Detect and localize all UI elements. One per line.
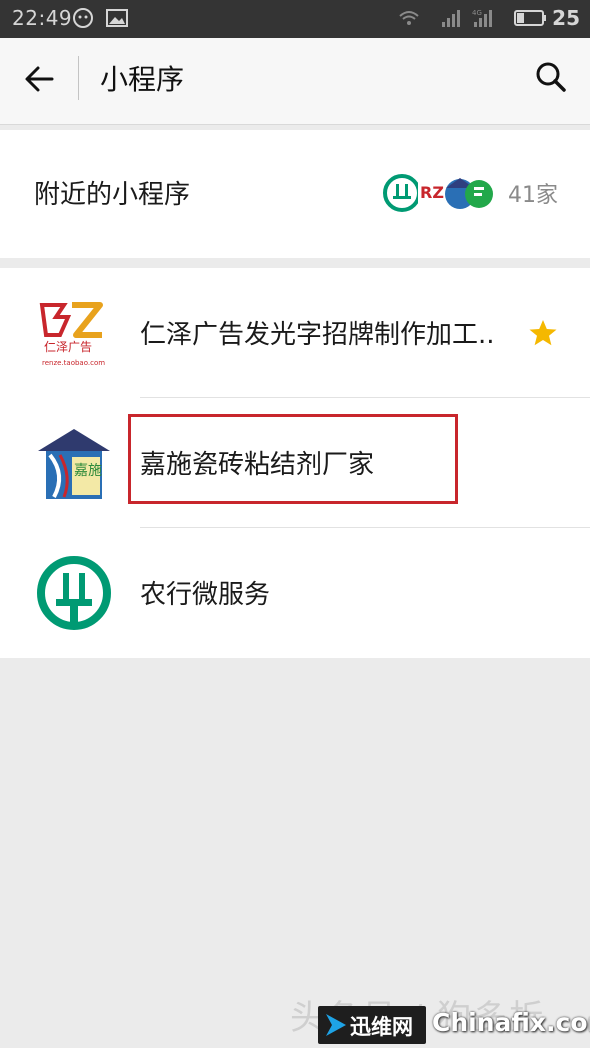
arrow-logo-icon [326, 1014, 346, 1036]
green-app-icon [465, 180, 493, 208]
page-title: 小程序 [100, 63, 185, 96]
renze-logo-icon: 仁泽广告 renze.taobao.com [36, 295, 112, 371]
watermark-badge-text: 迅维网 [350, 1015, 413, 1039]
status-bar: 22:49 4G 25 [0, 0, 590, 38]
nav-bar: 小程序 [0, 38, 590, 125]
nearby-mini-programs[interactable]: 附近的小程序 RZ 41家 [0, 130, 590, 258]
signal-icon [442, 10, 460, 27]
image-icon [106, 9, 128, 27]
wechat-icon [73, 8, 93, 28]
nav-divider [78, 56, 79, 100]
watermark-badge: 迅维网 [318, 1006, 426, 1044]
list-item-name: 农行微服务 [140, 580, 271, 610]
svg-text:renze.taobao.com: renze.taobao.com [42, 359, 105, 367]
battery-icon [514, 10, 546, 26]
nearby-count: 41家 [508, 183, 558, 208]
wifi-icon [399, 11, 419, 25]
star-icon [529, 320, 557, 346]
nearby-app-icons: RZ [383, 174, 493, 212]
search-icon[interactable] [534, 60, 568, 94]
signal-4g-icon: 4G [472, 9, 492, 27]
abc-logo-icon [37, 556, 111, 630]
jiashi-logo-icon: 嘉施 [38, 429, 110, 499]
arrow-left-icon[interactable] [22, 62, 56, 96]
battery-level: 25 [552, 6, 580, 30]
svg-text:嘉施: 嘉施 [74, 463, 102, 479]
list-item-name: 仁泽广告发光字招牌制作加工.. [140, 320, 495, 350]
status-time: 22:49 [12, 6, 73, 30]
renze-logo-icon: RZ [418, 178, 448, 208]
list-item[interactable]: 仁泽广告 renze.taobao.com 仁泽广告发光字招牌制作加工.. [0, 268, 590, 398]
svg-text:RZ: RZ [420, 183, 444, 202]
abc-logo-icon [383, 174, 421, 212]
nearby-label: 附近的小程序 [34, 180, 191, 210]
svg-text:仁泽广告: 仁泽广告 [44, 340, 92, 354]
highlight-box [128, 414, 458, 504]
svg-text:4G: 4G [472, 9, 482, 17]
list-item[interactable]: 农行微服务 [0, 528, 590, 658]
watermark-domain: Chinafix.com [432, 1008, 590, 1037]
